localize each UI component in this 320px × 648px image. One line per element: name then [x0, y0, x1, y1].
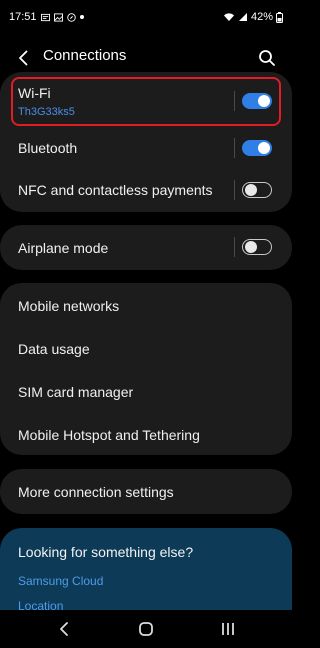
battery-icon — [276, 11, 283, 23]
cellular-signal-icon — [238, 13, 247, 21]
sim-manager-label: SIM card manager — [18, 384, 134, 400]
page-title: Connections — [43, 47, 127, 64]
more-card: More connection settings — [0, 469, 292, 514]
data-usage-label: Data usage — [18, 341, 90, 357]
suggestions-card: Looking for something else? Samsung Clou… — [0, 528, 292, 618]
divider — [234, 237, 235, 257]
battery-percent: 42% — [250, 11, 273, 23]
nfc-toggle[interactable] — [242, 182, 272, 198]
divider — [234, 138, 235, 158]
networks-card: Mobile networks Data usage SIM card mana… — [0, 283, 292, 455]
mobile-networks-row[interactable]: Mobile networks — [0, 283, 292, 326]
airplane-label: Airplane mode — [18, 240, 109, 256]
airplane-row[interactable]: Airplane mode — [0, 225, 292, 270]
sim-manager-row[interactable]: SIM card manager — [0, 369, 292, 412]
navigation-bar — [0, 610, 292, 648]
data-usage-row[interactable]: Data usage — [0, 326, 292, 369]
hotspot-row[interactable]: Mobile Hotspot and Tethering — [0, 412, 292, 455]
airplane-card: Airplane mode — [0, 225, 292, 270]
samsung-cloud-link[interactable]: Samsung Cloud — [18, 574, 103, 588]
bluetooth-row[interactable]: Bluetooth — [0, 127, 292, 169]
nfc-label: NFC and contactless payments — [18, 182, 213, 198]
bluetooth-label: Bluetooth — [18, 140, 78, 156]
wifi-highlight-box — [11, 77, 281, 126]
more-settings-label: More connection settings — [18, 484, 174, 500]
nav-home-icon[interactable] — [137, 620, 155, 638]
divider — [234, 180, 235, 200]
message-icon — [40, 13, 50, 21]
status-bar: 17:51 42% — [0, 0, 292, 34]
gallery-icon — [53, 12, 63, 22]
bluetooth-toggle[interactable] — [242, 140, 272, 156]
search-icon[interactable] — [257, 48, 277, 68]
suggestions-title: Looking for something else? — [18, 544, 194, 560]
compass-icon — [66, 12, 76, 22]
nfc-row[interactable]: NFC and contactless payments — [0, 169, 292, 211]
wifi-signal-icon — [223, 13, 234, 21]
nav-recents-icon[interactable] — [219, 620, 237, 638]
notification-dot-icon — [79, 15, 84, 19]
nav-back-icon[interactable] — [56, 620, 74, 638]
airplane-toggle[interactable] — [242, 239, 272, 255]
hotspot-label: Mobile Hotspot and Tethering — [18, 427, 200, 443]
more-settings-row[interactable]: More connection settings — [0, 469, 292, 514]
mobile-networks-label: Mobile networks — [18, 298, 120, 314]
back-arrow-icon[interactable] — [14, 48, 34, 68]
status-time: 17:51 — [9, 11, 37, 23]
